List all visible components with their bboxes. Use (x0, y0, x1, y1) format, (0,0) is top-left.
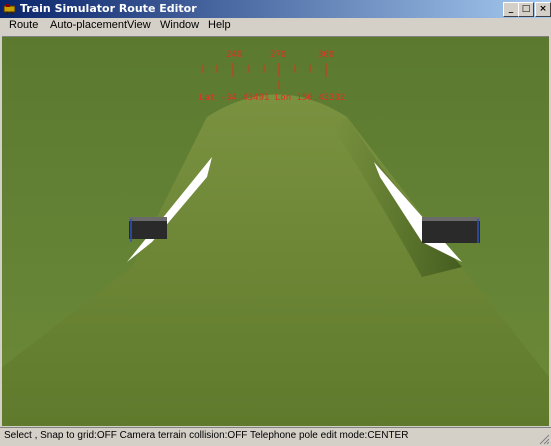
coordinates-readout: Lat -34.43491 Lon 150.43332 (199, 93, 345, 103)
train-icon (3, 4, 16, 15)
heading-label-300: 300 (318, 50, 334, 60)
window-title: Train Simulator Route Editor (20, 2, 197, 15)
compass-ticks (202, 63, 327, 89)
heading-label-240: 240 (226, 50, 242, 60)
status-bar: Select , Snap to grid:OFF Camera terrain… (0, 427, 551, 446)
title-bar: Train Simulator Route Editor _ □ × (0, 0, 551, 18)
menu-view[interactable]: View (127, 19, 151, 31)
menu-bar: Route Auto-placement View Window Help (0, 18, 551, 33)
compass-hud: 240 270 300 Lat -34.43491 Lon 150.43332 (199, 50, 345, 103)
menu-route[interactable]: Route (9, 19, 38, 31)
bridge-beam-left (129, 217, 167, 242)
menu-help[interactable]: Help (208, 19, 231, 31)
heading-label-270: 270 (270, 50, 286, 60)
resize-grip-icon[interactable] (538, 433, 550, 445)
maximize-button[interactable]: □ (518, 2, 534, 17)
menu-auto-placement[interactable]: Auto-placement (50, 19, 127, 31)
close-button[interactable]: × (535, 2, 551, 17)
status-text: Select , Snap to grid:OFF Camera terrain… (4, 430, 409, 441)
3d-viewport[interactable]: 240 270 300 Lat -34.43491 Lon 150.43332 (2, 36, 549, 426)
menu-window[interactable]: Window (160, 19, 199, 31)
minimize-button[interactable]: _ (503, 2, 519, 17)
bridge-beam-right (422, 217, 480, 243)
